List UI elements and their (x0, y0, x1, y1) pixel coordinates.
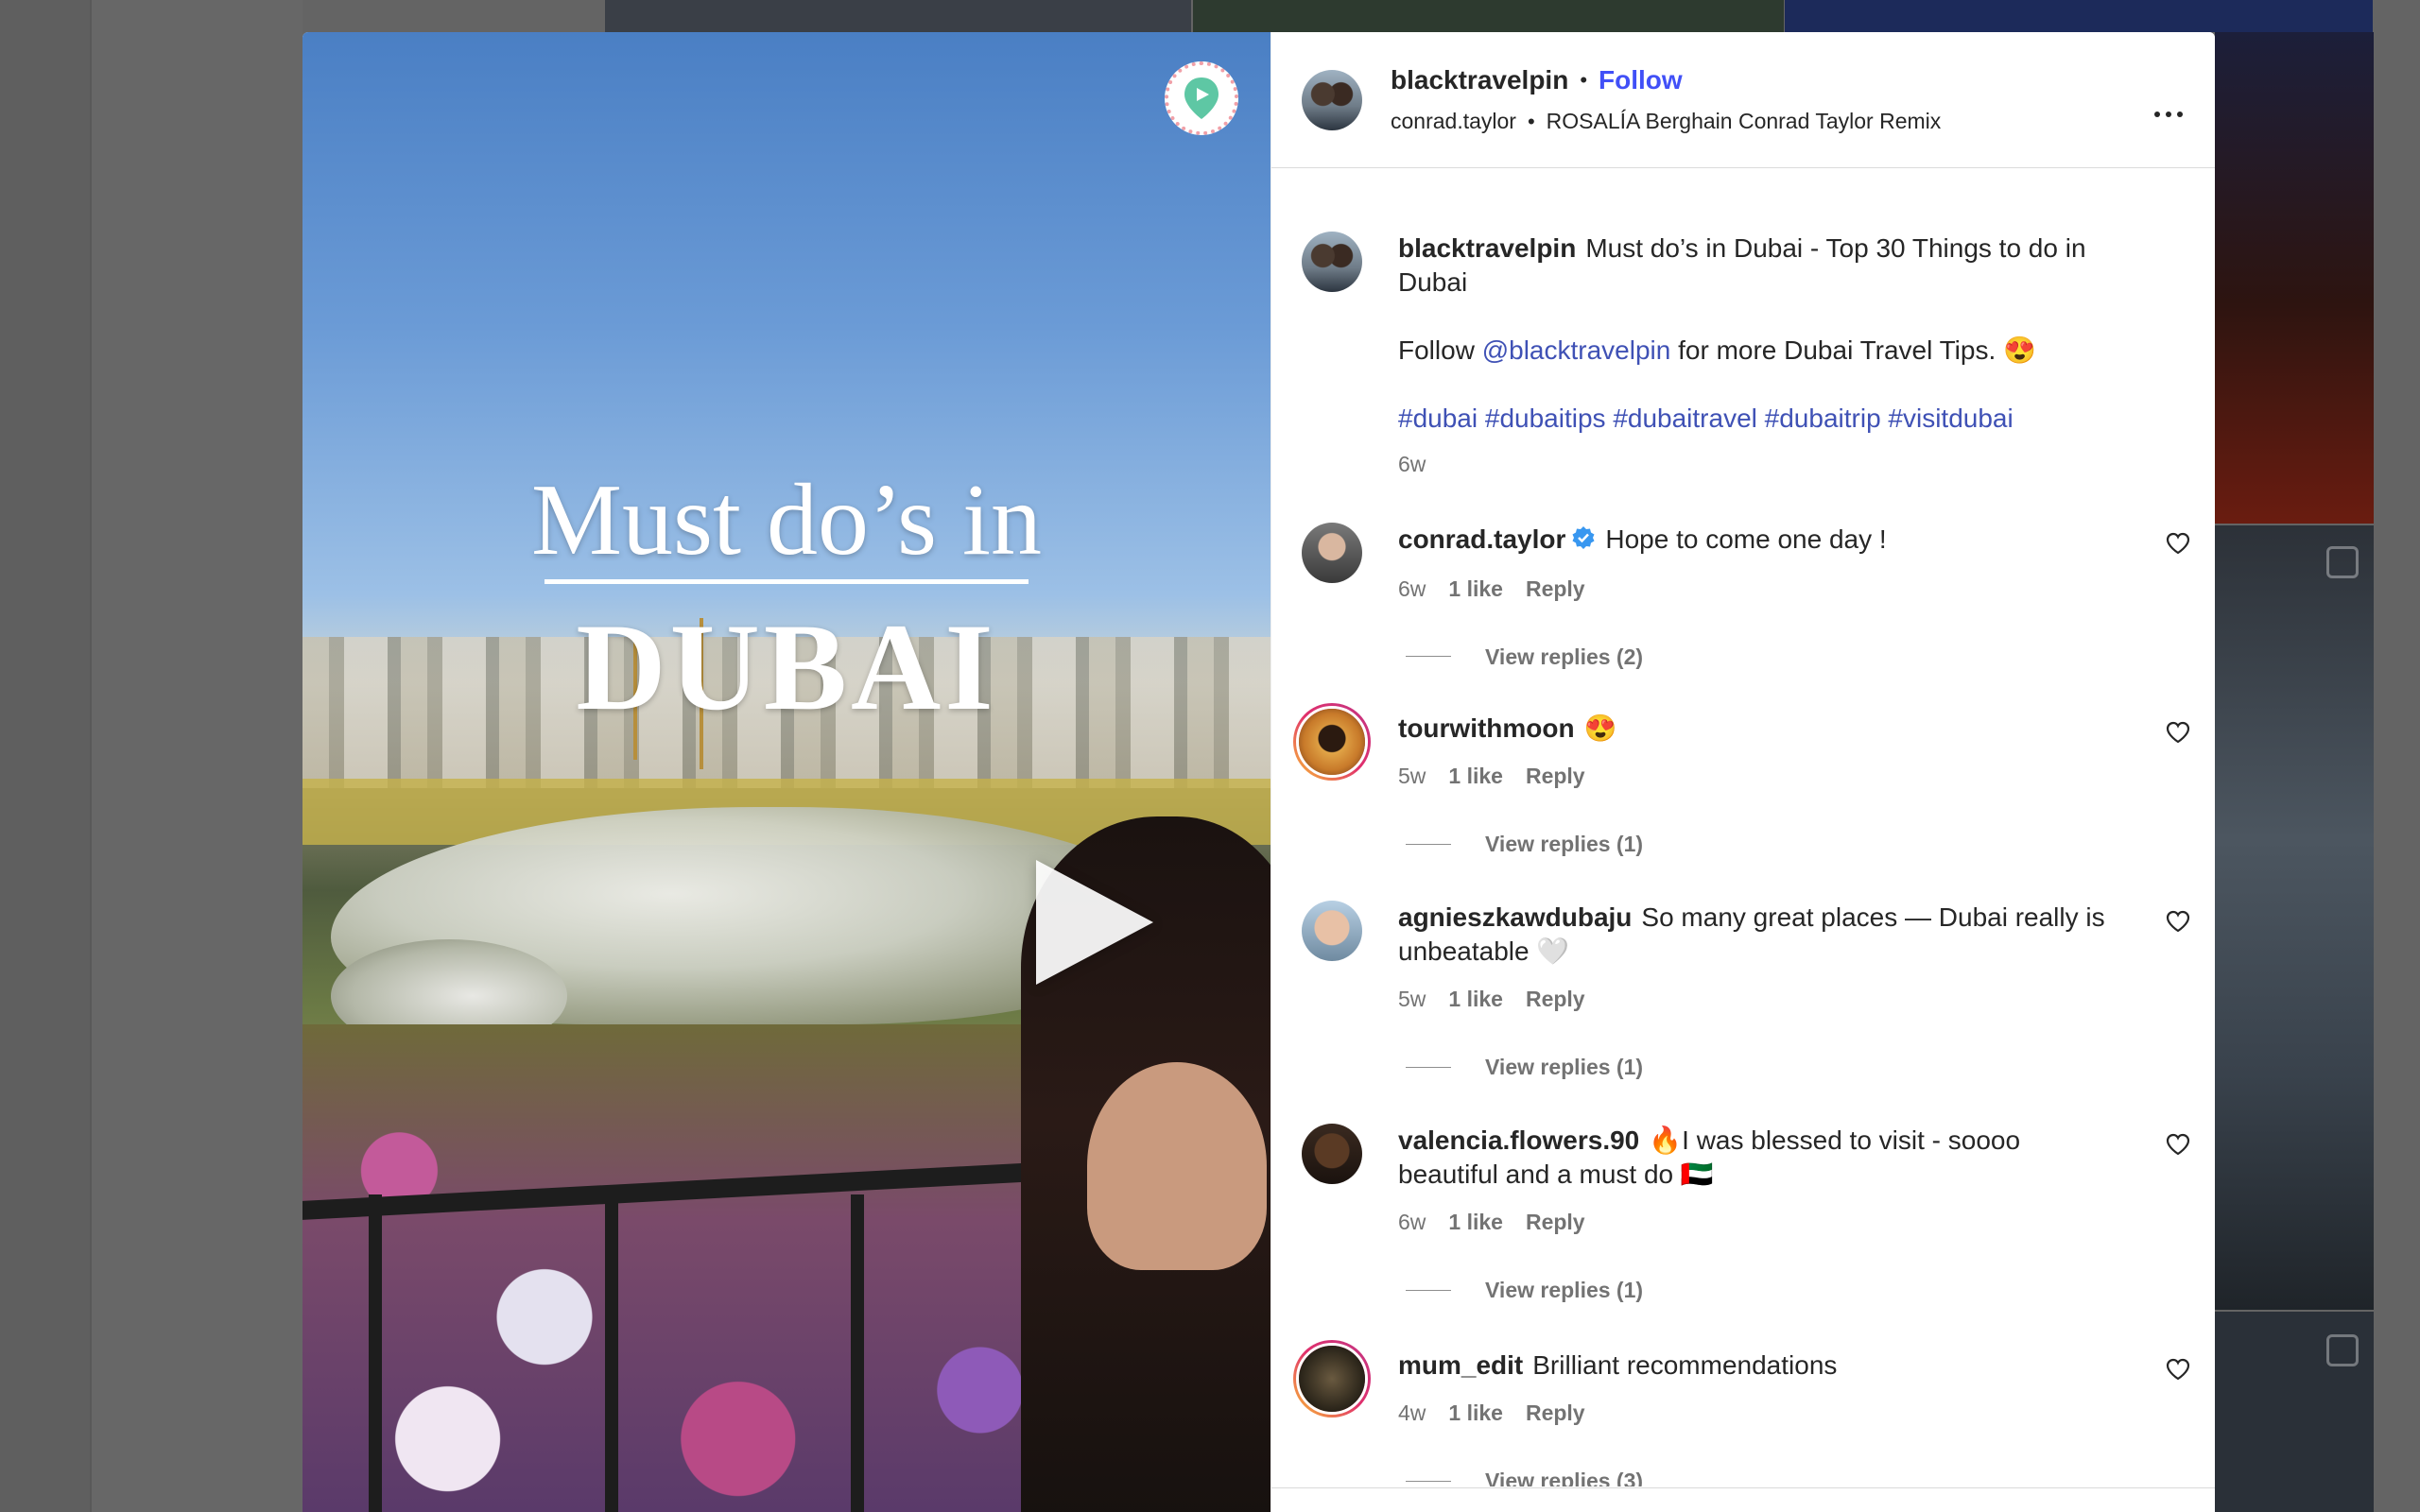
video-scene (605, 1194, 618, 1512)
commenter-avatar[interactable] (1302, 523, 1362, 583)
comment-likes[interactable]: 1 like (1448, 982, 1503, 1016)
more-options-icon[interactable] (2154, 112, 2183, 117)
reply-button[interactable]: Reply (1526, 759, 1585, 793)
verified-badge-icon (1571, 524, 1596, 558)
view-replies-button[interactable]: View replies (2) (1406, 640, 2117, 674)
comment-timestamp[interactable]: 4w (1398, 1396, 1426, 1430)
view-replies-button[interactable]: View replies (3) (1406, 1464, 2117, 1486)
comment-item: tourwithmoon 😍 5w 1 like Reply View repli… (1293, 703, 2190, 856)
comment-likes[interactable]: 1 like (1448, 572, 1503, 606)
video-overlay-title: Must do’s in (530, 464, 1043, 576)
hashtag[interactable]: #dubaitravel (1613, 404, 1757, 433)
commenter-username[interactable]: mum_edit (1398, 1350, 1523, 1380)
feed-tile[interactable] (605, 0, 1191, 32)
author-username[interactable]: blacktravelpin (1391, 65, 1568, 95)
author-avatar[interactable] (1302, 69, 1362, 130)
post-modal: Must do’s in DUBAI blacktravelpin • Foll… (302, 32, 2215, 1512)
hashtag[interactable]: #dubaitips (1485, 404, 1606, 433)
feed-tile[interactable] (1193, 0, 1784, 32)
comment-likes[interactable]: 1 like (1448, 1205, 1503, 1239)
caption-avatar[interactable] (1302, 232, 1362, 292)
view-replies-button[interactable]: View replies (1) (1406, 827, 2117, 861)
comment-text: Brilliant recommendations (1532, 1350, 1838, 1380)
video-scene (1087, 1062, 1267, 1270)
caption-timestamp[interactable]: 6w (1398, 447, 1426, 481)
feed-tile[interactable] (2215, 1312, 2374, 1512)
video-overlay-subtitle: DUBAI (576, 597, 997, 736)
reply-button[interactable]: Reply (1526, 572, 1585, 606)
post-details-panel: blacktravelpin • Follow conrad.taylor • … (1270, 32, 2215, 1512)
commenter-username[interactable]: agnieszkawdubaju (1398, 902, 1632, 932)
feed-tile[interactable] (2215, 32, 2374, 524)
hashtag[interactable]: #dubaitrip (1765, 404, 1881, 433)
caption-mention[interactable]: @blacktravelpin (1482, 335, 1671, 365)
separator-dot: • (1580, 68, 1588, 92)
view-replies-button[interactable]: View replies (1) (1406, 1050, 2117, 1084)
comments-list[interactable]: blacktravelpin Must do’s in Dubai - Top 3… (1271, 169, 2215, 1486)
heart-icon[interactable] (2166, 1358, 2190, 1385)
feed-tile[interactable] (2215, 525, 2374, 1310)
hashtag[interactable]: #visitdubai (1888, 404, 2013, 433)
comment-timestamp[interactable]: 5w (1398, 759, 1426, 793)
feed-column-dimmed (90, 0, 302, 1512)
comment-timestamp[interactable]: 5w (1398, 982, 1426, 1016)
feed-tile[interactable] (1785, 0, 2373, 32)
reel-icon (2326, 1334, 2359, 1366)
post-header: blacktravelpin • Follow conrad.taylor • … (1271, 32, 2215, 168)
reply-button[interactable]: Reply (1526, 1205, 1585, 1239)
caption-username[interactable]: blacktravelpin (1398, 233, 1576, 263)
view-replies-button[interactable]: View replies (1) (1406, 1273, 2117, 1307)
comment-text: Hope to come one day ! (1605, 524, 1887, 554)
caption-follow-prefix: Follow (1398, 335, 1475, 365)
commenter-avatar[interactable] (1302, 901, 1362, 961)
commenter-username[interactable]: conrad.taylor (1398, 524, 1565, 554)
commenter-avatar[interactable] (1302, 1124, 1362, 1184)
title-underline (544, 579, 1028, 584)
caption-follow-suffix: for more Dubai Travel Tips. 😍 (1678, 335, 2036, 365)
reel-icon (2326, 546, 2359, 578)
comment-timestamp[interactable]: 6w (1398, 572, 1426, 606)
heart-icon[interactable] (2166, 910, 2190, 937)
post-actions-bar (1271, 1487, 2215, 1512)
reel-video[interactable]: Must do’s in DUBAI (302, 32, 1270, 1512)
commenter-avatar[interactable] (1293, 1340, 1371, 1418)
heart-icon[interactable] (2166, 721, 2190, 748)
video-scene (851, 1194, 864, 1512)
video-scene (369, 1194, 382, 1512)
comment-text: 😍 (1583, 713, 1617, 743)
reply-button[interactable]: Reply (1526, 982, 1585, 1016)
audio-username[interactable]: conrad.taylor (1391, 109, 1516, 134)
audio-track[interactable]: ROSALÍA Berghain Conrad Taylor Remix (1547, 109, 1942, 134)
commenter-username[interactable]: tourwithmoon (1398, 713, 1575, 743)
reply-button[interactable]: Reply (1526, 1396, 1585, 1430)
comment-item: mum_edit Brilliant recommendations 4w 1 l… (1293, 1340, 2190, 1486)
comment-likes[interactable]: 1 like (1448, 759, 1503, 793)
location-pin-icon[interactable] (1165, 61, 1238, 135)
separator-dot: • (1527, 109, 1535, 133)
follow-button[interactable]: Follow (1599, 65, 1683, 95)
commenter-avatar[interactable] (1293, 703, 1371, 781)
hashtag[interactable]: #dubai (1398, 404, 1478, 433)
comment-timestamp[interactable]: 6w (1398, 1205, 1426, 1239)
heart-icon[interactable] (2166, 532, 2190, 559)
heart-icon[interactable] (2166, 1133, 2190, 1160)
feed-sidebar-dimmed (0, 0, 90, 1512)
play-icon[interactable] (1036, 860, 1153, 985)
comment-likes[interactable]: 1 like (1448, 1396, 1503, 1430)
commenter-username[interactable]: valencia.flowers.90 (1398, 1125, 1639, 1155)
